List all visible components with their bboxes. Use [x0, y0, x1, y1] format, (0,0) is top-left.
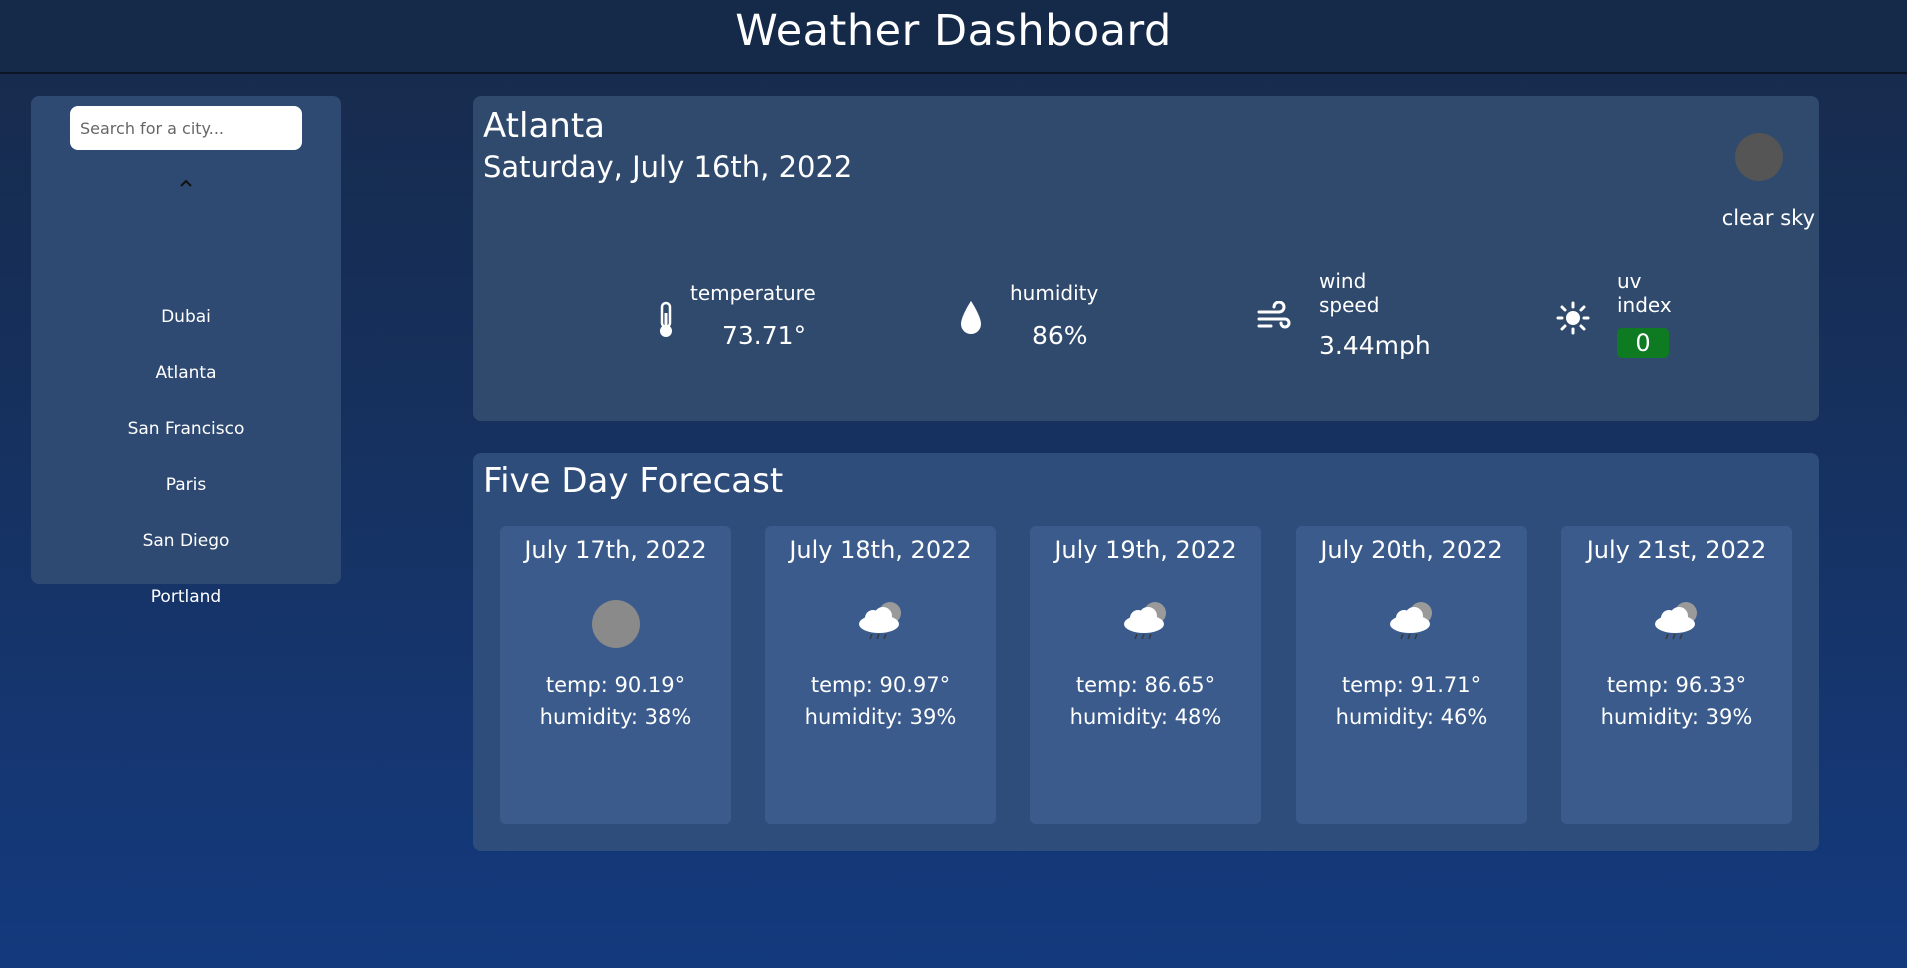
- forecast-card-day-4: July 20th, 2022 temp: 91.71° humidity: 4…: [1296, 526, 1527, 824]
- forecast-temp: temp: 96.33°: [1606, 673, 1747, 697]
- page-title: Weather Dashboard: [735, 6, 1172, 56]
- rain-cloud-icon: [859, 602, 901, 640]
- forecast-date: July 19th, 2022: [1054, 536, 1237, 564]
- thermometer-icon: [660, 301, 672, 337]
- weather-condition-icon: [1735, 133, 1783, 181]
- forecast-date: July 17th, 2022: [524, 536, 707, 564]
- sun-icon: [1556, 301, 1590, 335]
- forecast-title: Five Day Forecast: [483, 461, 784, 501]
- forecast-temp: temp: 90.97°: [810, 673, 951, 697]
- sidebar: Dubai Atlanta San Francisco Paris San Di…: [31, 96, 341, 607]
- wind-label-line2: speed: [1319, 293, 1380, 317]
- humidity-label: humidity: [1010, 281, 1099, 305]
- forecast-temp: temp: 90.19°: [545, 673, 686, 697]
- forecast-card-day-2: July 18th, 2022 temp: 90.97° humidity: 3…: [765, 526, 996, 824]
- forecast-temp: temp: 91.71°: [1341, 673, 1482, 697]
- forecast-temp: temp: 86.65°: [1075, 673, 1216, 697]
- five-day-forecast-panel: Five Day Forecast July 17th, 2022 temp: …: [473, 453, 1819, 851]
- current-weather-panel: Atlanta Saturday, July 16th, 2022 clear …: [473, 96, 1819, 421]
- forecast-date: July 18th, 2022: [789, 536, 972, 564]
- city-item-portland[interactable]: Portland: [31, 587, 341, 607]
- city-item-paris[interactable]: Paris: [31, 475, 341, 495]
- droplet-icon: [961, 301, 981, 334]
- humidity-value: 86%: [1032, 321, 1088, 350]
- temperature-value: 73.71°: [722, 321, 807, 350]
- circle-icon: [592, 600, 640, 648]
- rain-cloud-icon: [1655, 602, 1697, 640]
- wind-value: 3.44mph: [1319, 331, 1431, 360]
- current-city-name: Atlanta: [483, 106, 605, 146]
- forecast-date: July 21st, 2022: [1586, 536, 1767, 564]
- search-input[interactable]: [70, 106, 302, 150]
- temperature-label: temperature: [690, 281, 816, 305]
- weather-condition-text: clear sky: [1721, 206, 1815, 230]
- uv-index-badge: 0: [1617, 328, 1669, 358]
- forecast-humidity: humidity: 39%: [1600, 705, 1753, 729]
- rain-cloud-icon: [1390, 602, 1432, 640]
- uv-label-line1: uv: [1617, 269, 1642, 293]
- uv-label-line2: index: [1617, 293, 1672, 317]
- wind-label-line1: wind: [1319, 269, 1367, 293]
- forecast-card-day-3: July 19th, 2022 temp: 86.65° humidity: 4…: [1030, 526, 1261, 824]
- forecast-date: July 20th, 2022: [1320, 536, 1503, 564]
- forecast-humidity: humidity: 39%: [804, 705, 957, 729]
- city-item-san-francisco[interactable]: San Francisco: [31, 419, 341, 439]
- forecast-card-day-5: July 21st, 2022 temp: 96.33° humidity: 3…: [1561, 526, 1792, 824]
- wind-icon: [1257, 301, 1291, 329]
- city-item-atlanta[interactable]: Atlanta: [31, 363, 341, 383]
- forecast-humidity: humidity: 38%: [539, 705, 692, 729]
- page-header: Weather Dashboard: [0, 0, 1907, 74]
- current-date: Saturday, July 16th, 2022: [483, 150, 853, 184]
- forecast-humidity: humidity: 48%: [1069, 705, 1222, 729]
- chevron-up-icon[interactable]: [174, 172, 198, 196]
- forecast-card-day-1: July 17th, 2022 temp: 90.19° humidity: 3…: [500, 526, 731, 824]
- rain-cloud-icon: [1124, 602, 1166, 640]
- forecast-humidity: humidity: 46%: [1335, 705, 1488, 729]
- city-item-san-diego[interactable]: San Diego: [31, 531, 341, 551]
- city-item-dubai[interactable]: Dubai: [31, 307, 341, 327]
